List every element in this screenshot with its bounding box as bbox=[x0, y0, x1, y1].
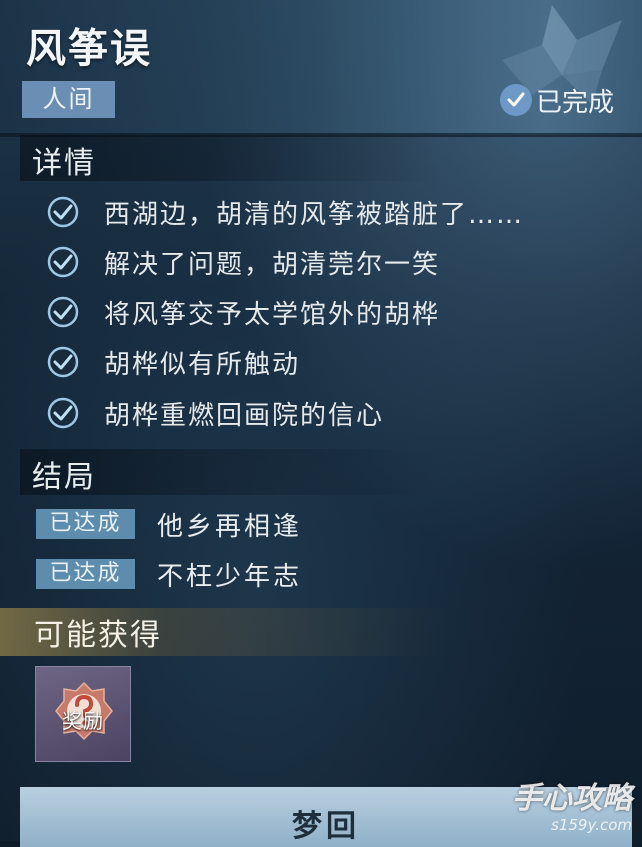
realm-tag: 人间 bbox=[22, 81, 115, 118]
rewards-heading: 可能获得 bbox=[34, 618, 162, 653]
detail-text: 胡桦重燃回画院的信心 bbox=[104, 400, 385, 431]
ending-text: 不枉少年志 bbox=[157, 561, 303, 592]
ending-text: 他乡再相逢 bbox=[157, 511, 303, 542]
achieved-badge: 已达成 bbox=[36, 559, 135, 589]
status-label: 已完成 bbox=[535, 87, 614, 118]
detail-text: 解决了问题，胡清莞尔一笑 bbox=[104, 249, 441, 280]
details-heading: 详情 bbox=[32, 146, 96, 181]
detail-item: 解决了问题，胡清莞尔一笑 bbox=[46, 242, 440, 282]
watermark-main: 手心攻略 bbox=[512, 781, 632, 816]
check-circle-icon bbox=[47, 296, 79, 328]
achieved-badge: 已达成 bbox=[36, 509, 135, 539]
detail-text: 将风筝交予太学馆外的胡桦 bbox=[104, 299, 441, 330]
quest-title: 风筝误 bbox=[26, 25, 152, 72]
check-circle-icon bbox=[47, 246, 79, 278]
check-circle-icon bbox=[47, 196, 79, 228]
detail-text: 胡桦似有所触动 bbox=[104, 349, 301, 380]
detail-item: 胡桦重燃回画院的信心 bbox=[46, 393, 384, 433]
detail-item: 西湖边，胡清的风筝被踏脏了…… bbox=[46, 192, 524, 232]
ending-item: 已达成 他乡再相逢 bbox=[36, 507, 303, 542]
detail-text: 西湖边，胡清的风筝被踏脏了…… bbox=[104, 199, 525, 230]
check-circle-icon bbox=[47, 346, 79, 378]
ending-item: 已达成 不枉少年志 bbox=[36, 557, 303, 592]
site-watermark: 手心攻略 s159y.com bbox=[482, 782, 632, 838]
detail-item: 将风筝交予太学馆外的胡桦 bbox=[46, 292, 440, 332]
check-icon bbox=[499, 84, 532, 116]
quest-panel: 风筝误 人间 已完成 详情 西湖边，胡清的风筝被踏脏了…… 解决了问题，胡清莞尔… bbox=[0, 0, 642, 847]
check-circle-icon bbox=[47, 397, 79, 429]
reward-label: 奖励 bbox=[62, 709, 104, 733]
reward-item[interactable]: 奖励 bbox=[35, 666, 131, 762]
completion-status: 已完成 bbox=[499, 82, 614, 118]
endings-heading: 结局 bbox=[32, 460, 96, 495]
watermark-sub: s159y.com bbox=[551, 816, 632, 834]
detail-item: 胡桦似有所触动 bbox=[46, 342, 300, 382]
